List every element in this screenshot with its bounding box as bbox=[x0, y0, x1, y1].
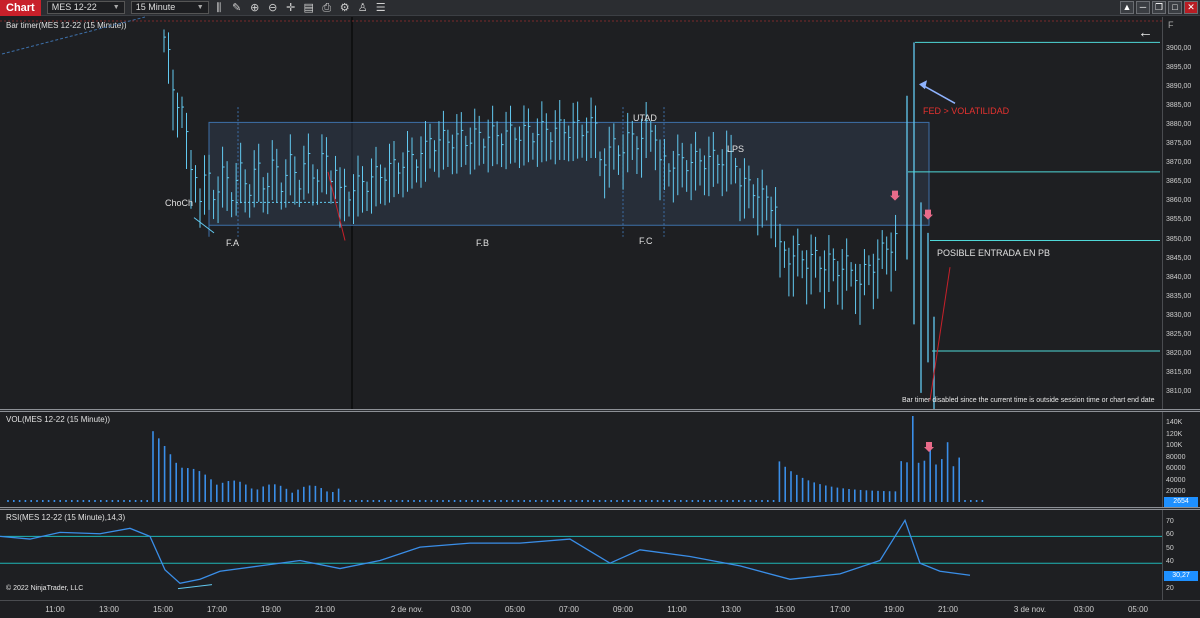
annotation-fa: F.A bbox=[226, 238, 240, 248]
axis-tick-label: 3890,00 bbox=[1166, 83, 1192, 91]
list-icon[interactable]: ☰ bbox=[373, 1, 389, 15]
axis-hint: F bbox=[1168, 20, 1174, 30]
axis-tick-label: 3815,00 bbox=[1166, 368, 1192, 376]
interval-selector[interactable]: 15 Minute ▼ bbox=[130, 1, 209, 14]
axis-tick-label: 3865,00 bbox=[1166, 178, 1192, 186]
drawing-tool-icon[interactable]: ✎ bbox=[229, 1, 245, 15]
annotation-entry: POSIBLE ENTRADA EN PB bbox=[937, 248, 1051, 258]
axis-tick-label: 20000 bbox=[1166, 488, 1186, 495]
time-tick-label: 03:00 bbox=[1073, 605, 1095, 614]
rsi-chart bbox=[0, 518, 1162, 590]
instrument-selector[interactable]: MES 12-22 ▼ bbox=[46, 1, 125, 14]
time-tick-label: 11:00 bbox=[667, 605, 687, 614]
minimize-button[interactable]: ─ bbox=[1136, 1, 1150, 14]
trend-line bbox=[1, 16, 146, 55]
volume-current-badge: 2654 bbox=[1164, 497, 1198, 507]
window-controls: ▲ ─ ❐ □ ✕ bbox=[1118, 1, 1198, 14]
time-tick-label: 03:00 bbox=[450, 605, 472, 614]
time-tick-label: 17:00 bbox=[206, 605, 228, 614]
axis-tick-label: 140K bbox=[1166, 419, 1183, 426]
zoom-out-icon[interactable]: ⊖ bbox=[265, 1, 281, 15]
axis-tick-label: 3850,00 bbox=[1166, 235, 1192, 243]
axis-tick-label: 70 bbox=[1166, 518, 1174, 525]
crosshair-icon[interactable]: ✛ bbox=[283, 1, 299, 15]
chart-toolbar: Chart MES 12-22 ▼ 15 Minute ▼ ⫼ ✎ ⊕ ⊖ ✛ ▤ … bbox=[0, 0, 1200, 16]
axis-tick-label: 3880,00 bbox=[1166, 121, 1192, 129]
axis-tick-label: 3840,00 bbox=[1166, 273, 1192, 281]
menu-button[interactable]: ▲ bbox=[1120, 1, 1134, 14]
time-tick-label: 15:00 bbox=[774, 605, 796, 614]
time-tick-label: 05:00 bbox=[504, 605, 526, 614]
down-arrow-icon bbox=[924, 442, 934, 452]
snapshot-icon[interactable]: ⎙ bbox=[319, 1, 335, 15]
annotation-choch: ChoCh bbox=[165, 198, 194, 208]
axis-tick-label: 20 bbox=[1166, 585, 1174, 592]
axis-tick-label: 3825,00 bbox=[1166, 330, 1192, 338]
annotation-fb: F.B bbox=[476, 238, 490, 248]
axis-tick-label: 3875,00 bbox=[1166, 140, 1192, 148]
properties-icon[interactable]: ⚙ bbox=[337, 1, 353, 15]
time-tick-label: 15:00 bbox=[152, 605, 174, 614]
red-trend-line bbox=[929, 267, 951, 401]
price-chart bbox=[0, 16, 1162, 412]
time-tick-label: 13:00 bbox=[98, 605, 120, 614]
axis-tick-label: 100K bbox=[1166, 442, 1183, 449]
time-tick-label: 19:00 bbox=[260, 605, 282, 614]
time-tick-label: 13:00 bbox=[720, 605, 742, 614]
restore-button[interactable]: ❐ bbox=[1152, 1, 1166, 14]
rsi-divergence-line bbox=[177, 584, 213, 590]
axis-tick-label: 3900,00 bbox=[1166, 45, 1192, 52]
axis-tick-label: 3830,00 bbox=[1166, 311, 1192, 319]
axis-tick-label: 80000 bbox=[1166, 453, 1186, 461]
axis-tick-label: 3860,00 bbox=[1166, 197, 1192, 205]
time-tick-label: 07:00 bbox=[558, 605, 580, 614]
annotation-utad: UTAD bbox=[633, 113, 657, 123]
bar-timer-status: Bar timer disabled since the current tim… bbox=[902, 397, 1155, 404]
time-tick-label: 2 de nov. bbox=[390, 605, 424, 614]
axis-tick-label: 50 bbox=[1166, 544, 1174, 552]
axis-tick-label: 3895,00 bbox=[1166, 64, 1192, 72]
instrument-value: MES 12-22 bbox=[51, 2, 97, 12]
axis-tick-label: 40 bbox=[1166, 558, 1174, 566]
close-button[interactable]: ✕ bbox=[1184, 1, 1198, 14]
axis-tick-label: 3810,00 bbox=[1166, 387, 1192, 395]
time-tick-label: 17:00 bbox=[829, 605, 851, 614]
time-tick-label: 21:00 bbox=[937, 605, 959, 614]
fed-arrow-head bbox=[919, 80, 927, 90]
rsi-line bbox=[0, 518, 971, 585]
time-tick-label: 09:00 bbox=[612, 605, 634, 614]
axis-tick-label: 3835,00 bbox=[1166, 292, 1192, 300]
annotation-fc: F.C bbox=[639, 236, 653, 246]
time-tick-label: 11:00 bbox=[45, 605, 65, 614]
annotation-fed: FED > VOLATILIDAD bbox=[923, 106, 1010, 116]
time-tick-label: 19:00 bbox=[883, 605, 905, 614]
axis-tick-label: 60000 bbox=[1166, 465, 1186, 472]
axis-tick-label: 3855,00 bbox=[1166, 216, 1192, 224]
fed-arrow bbox=[920, 83, 956, 104]
bar-type-icon[interactable]: ⫼ bbox=[211, 1, 227, 15]
axis-tick-label: 3845,00 bbox=[1166, 254, 1192, 262]
app-title: Chart bbox=[0, 0, 41, 16]
axis-tick-label: 60 bbox=[1166, 531, 1174, 539]
copyright-text: © 2022 NinjaTrader, LLC bbox=[6, 585, 84, 592]
time-tick-label: 3 de nov. bbox=[1013, 605, 1047, 614]
data-box-icon[interactable]: ▤ bbox=[301, 1, 317, 15]
axis-tick-label: 3885,00 bbox=[1166, 102, 1192, 110]
chevron-down-icon: ▼ bbox=[112, 4, 120, 11]
strategy-icon[interactable]: ♙ bbox=[355, 1, 371, 15]
rsi-current-badge: 30,27 bbox=[1164, 571, 1198, 581]
annotation-lps: LPS bbox=[727, 144, 745, 154]
axis-tick-label: 40000 bbox=[1166, 476, 1186, 484]
volume-chart bbox=[7, 416, 984, 502]
axis-tick-label: 120K bbox=[1166, 430, 1183, 438]
axis-tick-label: 3820,00 bbox=[1166, 349, 1192, 357]
time-tick-label: 21:00 bbox=[314, 605, 336, 614]
chevron-down-icon: ▼ bbox=[196, 4, 204, 11]
zoom-in-icon[interactable]: ⊕ bbox=[247, 1, 263, 15]
time-tick-label: 05:00 bbox=[1127, 605, 1149, 614]
maximize-button[interactable]: □ bbox=[1168, 1, 1182, 14]
axis-tick-label: 3870,00 bbox=[1166, 159, 1192, 167]
interval-value: 15 Minute bbox=[135, 2, 176, 12]
